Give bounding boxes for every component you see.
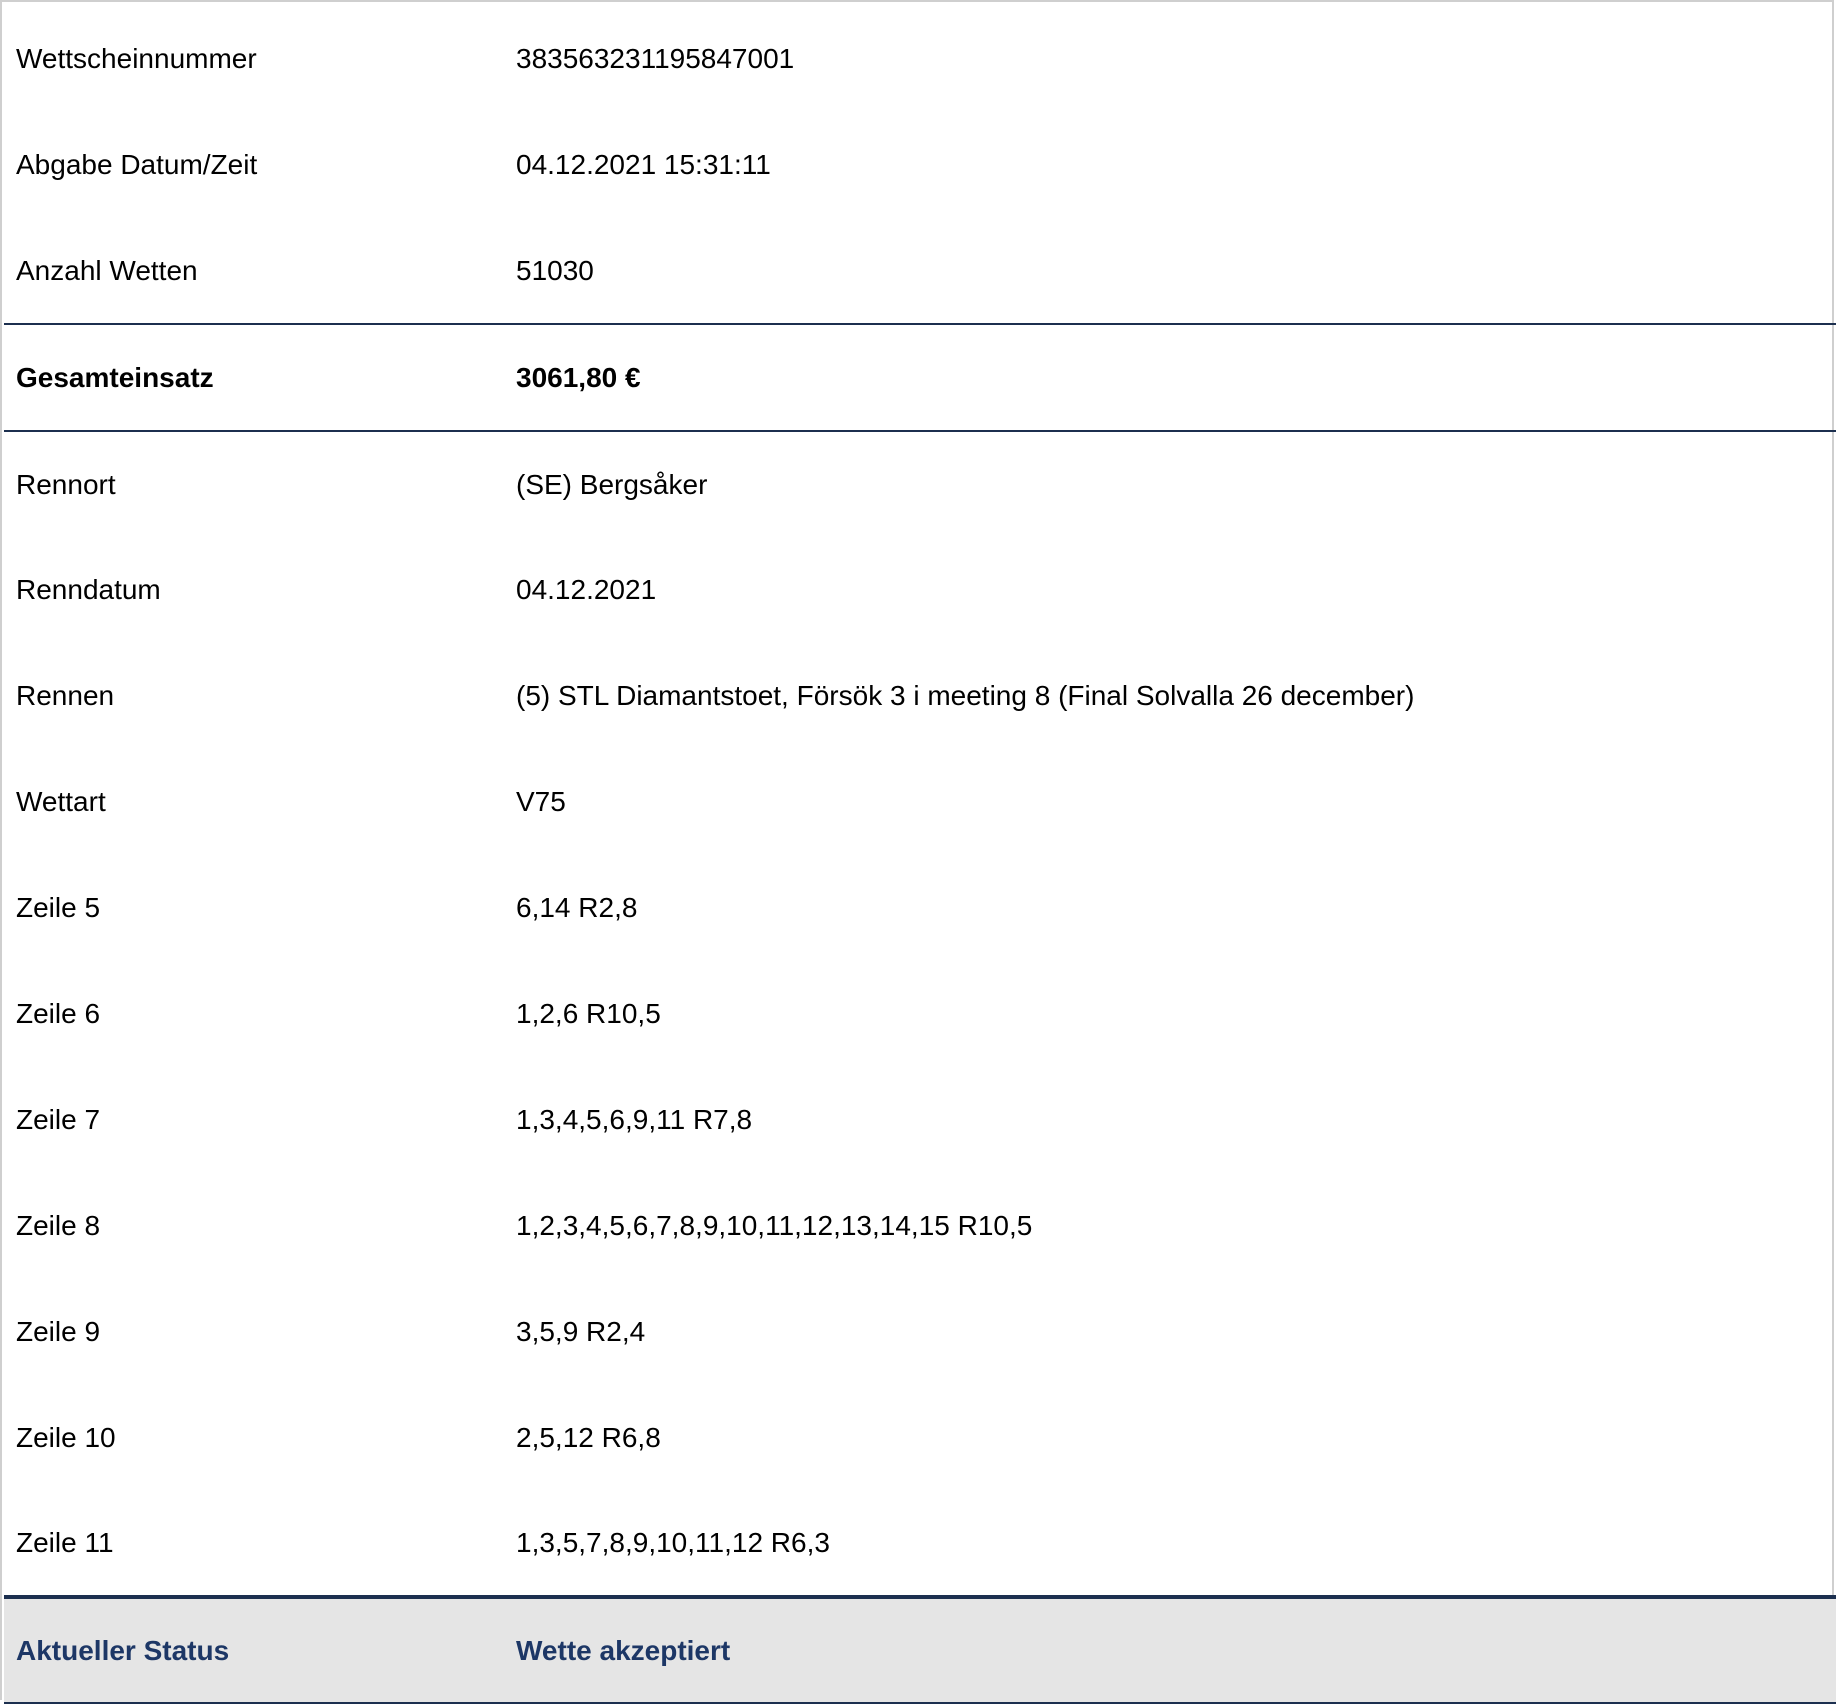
leg-9-value: 3,5,9 R2,4: [516, 1316, 646, 1347]
row-leg-10: Zeile 10 2,5,12 R6,8: [4, 1385, 1836, 1491]
row-total-stake: Gesamteinsatz 3061,80 €: [4, 323, 1836, 432]
leg-6-label: Zeile 6: [16, 998, 101, 1029]
bet-count-label: Anzahl Wetten: [16, 254, 198, 286]
row-race-date: Renndatum 04.12.2021: [4, 537, 1836, 643]
leg-8-value: 1,2,3,4,5,6,7,8,9,10,11,12,13,14,15 R10,…: [516, 1210, 1033, 1241]
row-race: Rennen (5) STL Diamantstoet, Försök 3 i …: [4, 643, 1836, 749]
leg-7-label: Zeile 7: [16, 1104, 101, 1135]
leg-9-label: Zeile 9: [16, 1316, 101, 1347]
leg-10-label: Zeile 10: [16, 1422, 116, 1453]
row-bet-type: Wettart V75: [4, 749, 1836, 855]
venue-label: Rennort: [16, 468, 116, 500]
row-submission-datetime: Abgabe Datum/Zeit 04.12.2021 15:31:11: [4, 112, 1836, 218]
bet-type-label: Wettart: [16, 786, 106, 817]
current-status-label: Aktueller Status: [4, 1595, 504, 1704]
leg-6-value: 1,2,6 R10,5: [516, 998, 661, 1029]
race-date-value: 04.12.2021: [516, 574, 657, 605]
current-status-value: Wette akzeptiert: [504, 1595, 1836, 1704]
bet-type-value: V75: [516, 786, 566, 817]
leg-5-value: 6,14 R2,8: [516, 892, 638, 923]
race-date-label: Renndatum: [16, 574, 161, 605]
bet-ticket-panel: Wettscheinnummer 383563231195847001 Abga…: [0, 0, 1836, 1704]
venue-value: (SE) Bergsåker: [516, 468, 708, 500]
row-leg-6: Zeile 6 1,2,6 R10,5: [4, 961, 1836, 1067]
row-current-status: Aktueller Status Wette akzeptiert: [4, 1595, 1836, 1704]
leg-11-value: 1,3,5,7,8,9,10,11,12 R6,3: [516, 1527, 830, 1558]
row-leg-7: Zeile 7 1,3,4,5,6,9,11 R7,8: [4, 1067, 1836, 1173]
row-leg-9: Zeile 9 3,5,9 R2,4: [4, 1279, 1836, 1385]
row-bet-count: Anzahl Wetten 51030: [4, 218, 1836, 324]
ticket-number-label: Wettscheinnummer: [16, 42, 257, 74]
leg-10-value: 2,5,12 R6,8: [516, 1422, 661, 1453]
leg-8-label: Zeile 8: [16, 1210, 101, 1241]
race-value: (5) STL Diamantstoet, Försök 3 i meeting…: [516, 680, 1415, 711]
bet-details-table: Wettscheinnummer 383563231195847001 Abga…: [4, 5, 1836, 1704]
total-stake-label: Gesamteinsatz: [4, 323, 504, 432]
leg-7-value: 1,3,4,5,6,9,11 R7,8: [516, 1104, 753, 1135]
ticket-number-value: 383563231195847001: [516, 42, 795, 74]
leg-5-label: Zeile 5: [16, 892, 101, 923]
submission-datetime-value: 04.12.2021 15:31:11: [516, 149, 771, 180]
row-leg-5: Zeile 5 6,14 R2,8: [4, 855, 1836, 961]
row-venue: Rennort (SE) Bergsåker: [4, 431, 1836, 537]
row-leg-11: Zeile 11 1,3,5,7,8,9,10,11,12 R6,3: [4, 1491, 1836, 1597]
row-ticket-number: Wettscheinnummer 383563231195847001: [4, 5, 1836, 112]
race-label: Rennen: [16, 680, 115, 711]
row-leg-8: Zeile 8 1,2,3,4,5,6,7,8,9,10,11,12,13,14…: [4, 1173, 1836, 1279]
bet-count-value: 51030: [516, 254, 594, 286]
total-stake-value: 3061,80 €: [504, 323, 1836, 432]
leg-11-label: Zeile 11: [16, 1527, 114, 1558]
submission-datetime-label: Abgabe Datum/Zeit: [16, 149, 258, 180]
